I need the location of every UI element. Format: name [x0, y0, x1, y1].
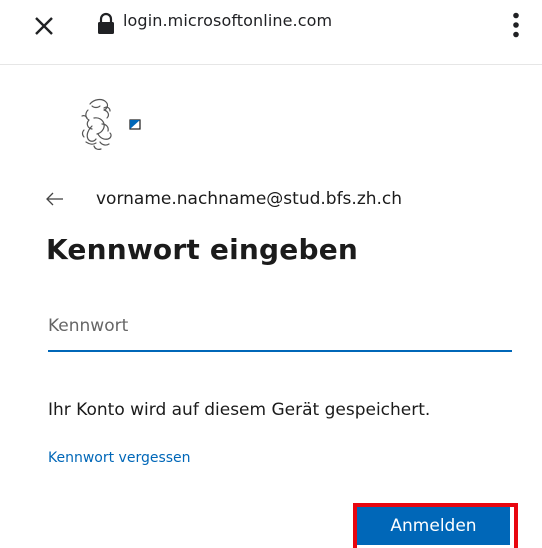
password-input[interactable] — [48, 306, 512, 352]
login-page: login.microsoftonline.com vorname.nachna… — [0, 0, 542, 548]
forgot-password-link[interactable]: Kennwort vergessen — [48, 450, 191, 466]
close-button[interactable] — [28, 10, 60, 42]
lock-icon — [98, 12, 114, 34]
sign-in-button[interactable]: Anmelden — [357, 507, 510, 545]
more-options-button[interactable] — [501, 8, 531, 42]
address-url[interactable]: login.microsoftonline.com — [123, 11, 332, 30]
identity-row: vorname.nachname@stud.bfs.zh.ch — [46, 186, 402, 212]
page-title: Kennwort eingeben — [46, 233, 359, 266]
back-arrow-icon — [46, 192, 63, 206]
browser-address-bar: login.microsoftonline.com — [0, 0, 542, 65]
account-saved-note: Ihr Konto wird auf diesem Gerät gespeich… — [48, 400, 431, 420]
more-vert-icon — [513, 12, 519, 38]
close-icon — [35, 17, 53, 35]
zurich-lion-logo — [81, 98, 141, 150]
back-button[interactable] — [46, 188, 68, 210]
account-email: vorname.nachname@stud.bfs.zh.ch — [96, 189, 403, 209]
